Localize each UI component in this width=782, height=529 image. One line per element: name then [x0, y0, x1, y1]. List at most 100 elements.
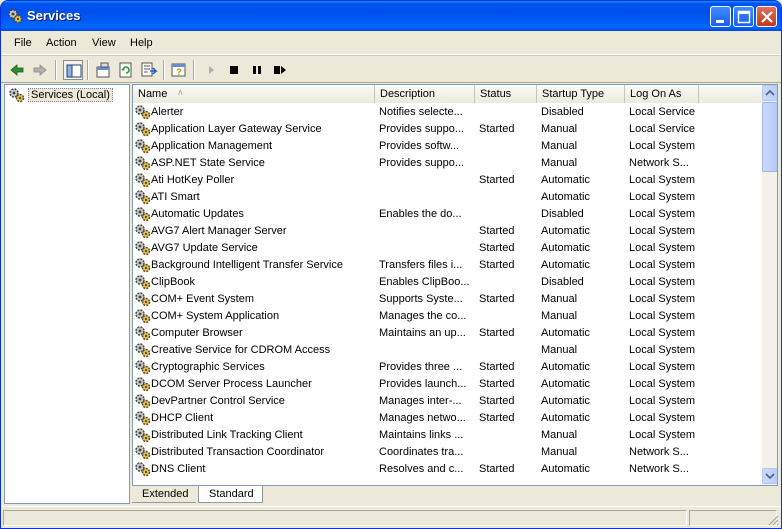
column-header-startup-type[interactable]: Startup Type: [537, 85, 625, 103]
table-row[interactable]: Distributed Transaction Coordinator Coord…: [133, 444, 763, 461]
services-window: Services File Action View Help ? Service…: [0, 0, 782, 529]
service-log-on-as: Local System: [629, 276, 695, 288]
tab-extended[interactable]: Extended: [132, 486, 197, 503]
service-status: Started: [479, 395, 515, 407]
service-startup-type: Manual: [541, 157, 578, 169]
service-log-on-as: Local System: [629, 395, 695, 407]
service-log-on-as: Local System: [629, 191, 695, 203]
service-description: Resolves and c...: [379, 463, 464, 475]
service-startup-type: Automatic: [541, 378, 590, 390]
column-header-log-on-as[interactable]: Log On As: [625, 85, 699, 103]
service-name: Application Management: [151, 140, 273, 152]
service-log-on-as: Local Service: [629, 123, 695, 135]
service-log-on-as: Local System: [629, 225, 695, 237]
service-description: Supports Syste...: [379, 293, 463, 305]
table-row[interactable]: Computer Browser Maintains an up... Starte…: [133, 325, 763, 342]
table-row[interactable]: Distributed Link Tracking Client Maintain…: [133, 427, 763, 444]
service-log-on-as: Network S...: [629, 463, 689, 475]
gears-icon: [135, 292, 151, 307]
minimize-button[interactable]: [710, 6, 731, 27]
table-row[interactable]: Alerter Notifies selecte... Disabled Local …: [133, 104, 763, 121]
service-log-on-as: Local System: [629, 310, 695, 322]
scroll-down-button[interactable]: [762, 468, 777, 484]
service-log-on-as: Network S...: [629, 157, 689, 169]
stop-service-icon[interactable]: [224, 60, 244, 80]
properties-icon[interactable]: [93, 60, 113, 80]
table-row[interactable]: DCOM Server Process Launcher Provides lau…: [133, 376, 763, 393]
start-service-icon[interactable]: [201, 60, 221, 80]
table-row[interactable]: COM+ Event System Supports Syste... Starte…: [133, 291, 763, 308]
table-row[interactable]: AVG7 Alert Manager Server Started Automati…: [133, 223, 763, 240]
service-startup-type: Automatic: [541, 327, 590, 339]
service-log-on-as: Local System: [629, 378, 695, 390]
menu-action[interactable]: Action: [46, 37, 77, 49]
refresh-icon[interactable]: [116, 60, 136, 80]
gears-icon: [135, 326, 151, 341]
tree-item-label: Services (Local): [28, 88, 113, 102]
table-row[interactable]: ClipBook Enables ClipBoo... Disabled Local …: [133, 274, 763, 291]
column-header-status[interactable]: Status: [475, 85, 537, 103]
tab-standard[interactable]: Standard: [198, 486, 263, 503]
table-row[interactable]: Creative Service for CDROM Access Manual L…: [133, 342, 763, 359]
scroll-up-button[interactable]: [762, 85, 777, 101]
forward-arrow-icon[interactable]: [30, 60, 50, 80]
service-description: Provides softw...: [379, 140, 460, 152]
service-description: Notifies selecte...: [379, 106, 463, 118]
table-row[interactable]: Background Intelligent Transfer Service T…: [133, 257, 763, 274]
service-name: Alerter: [151, 106, 184, 118]
gears-icon: [135, 156, 151, 171]
service-description: Maintains an up...: [379, 327, 466, 339]
table-row[interactable]: Application Management Provides softw... M…: [133, 138, 763, 155]
toolbar-separator: [163, 60, 165, 80]
gears-icon: [135, 190, 151, 205]
table-row[interactable]: Application Layer Gateway Service Provide…: [133, 121, 763, 138]
close-button[interactable]: [756, 6, 777, 27]
table-row[interactable]: Cryptographic Services Provides three ...…: [133, 359, 763, 376]
service-startup-type: Disabled: [541, 208, 584, 220]
table-row[interactable]: ASP.NET State Service Provides suppo... Ma…: [133, 155, 763, 172]
export-list-icon[interactable]: [139, 60, 159, 80]
gears-icon: [135, 105, 151, 120]
table-row[interactable]: ATI Smart Automatic Local System: [133, 189, 763, 206]
table-row[interactable]: Automatic Updates Enables the do... Disabl…: [133, 206, 763, 223]
menu-view[interactable]: View: [92, 37, 116, 49]
table-row[interactable]: COM+ System Application Manages the co...…: [133, 308, 763, 325]
back-arrow-icon[interactable]: [7, 60, 27, 80]
service-name: Ati HotKey Poller: [151, 174, 235, 186]
show-hide-tree-icon[interactable]: [63, 60, 83, 80]
menu-file[interactable]: File: [14, 37, 32, 49]
column-header-name[interactable]: Name ∧: [133, 85, 375, 103]
service-log-on-as: Network S...: [629, 446, 689, 458]
pause-service-icon[interactable]: [247, 60, 267, 80]
vertical-scrollbar[interactable]: [762, 85, 777, 485]
service-startup-type: Disabled: [541, 106, 584, 118]
maximize-button[interactable]: [733, 6, 754, 27]
table-row[interactable]: DHCP Client Manages netwo... Started Automa…: [133, 410, 763, 427]
column-header-filler: [699, 85, 763, 103]
gears-icon: [135, 411, 151, 426]
table-row[interactable]: Ati HotKey Poller Started Automatic Local S…: [133, 172, 763, 189]
status-panel-secondary: [689, 510, 777, 526]
view-tabs: Extended Standard: [132, 486, 778, 504]
service-name: ClipBook: [151, 276, 196, 288]
service-description: Manages netwo...: [379, 412, 466, 424]
title-bar[interactable]: Services: [1, 1, 781, 31]
restart-service-icon[interactable]: [270, 60, 290, 80]
service-startup-type: Automatic: [541, 191, 590, 203]
column-header-description[interactable]: Description: [375, 85, 475, 103]
service-startup-type: Manual: [541, 344, 578, 356]
table-row[interactable]: DevPartner Control Service Manages inter-…: [133, 393, 763, 410]
table-row[interactable]: DNS Client Resolves and c... Started Automa…: [133, 461, 763, 478]
service-startup-type: Manual: [541, 293, 578, 305]
scroll-thumb[interactable]: [762, 102, 777, 172]
menu-bar: File Action View Help: [1, 31, 781, 55]
service-status: Started: [479, 174, 515, 186]
table-row[interactable]: AVG7 Update Service Started Automatic Local…: [133, 240, 763, 257]
service-status: Started: [479, 242, 515, 254]
service-log-on-as: Local System: [629, 242, 695, 254]
menu-help[interactable]: Help: [130, 37, 153, 49]
help-icon[interactable]: ?: [169, 60, 189, 80]
toolbar-separator: [87, 60, 89, 80]
resize-grip-icon[interactable]: [767, 514, 779, 526]
service-startup-type: Disabled: [541, 276, 584, 288]
